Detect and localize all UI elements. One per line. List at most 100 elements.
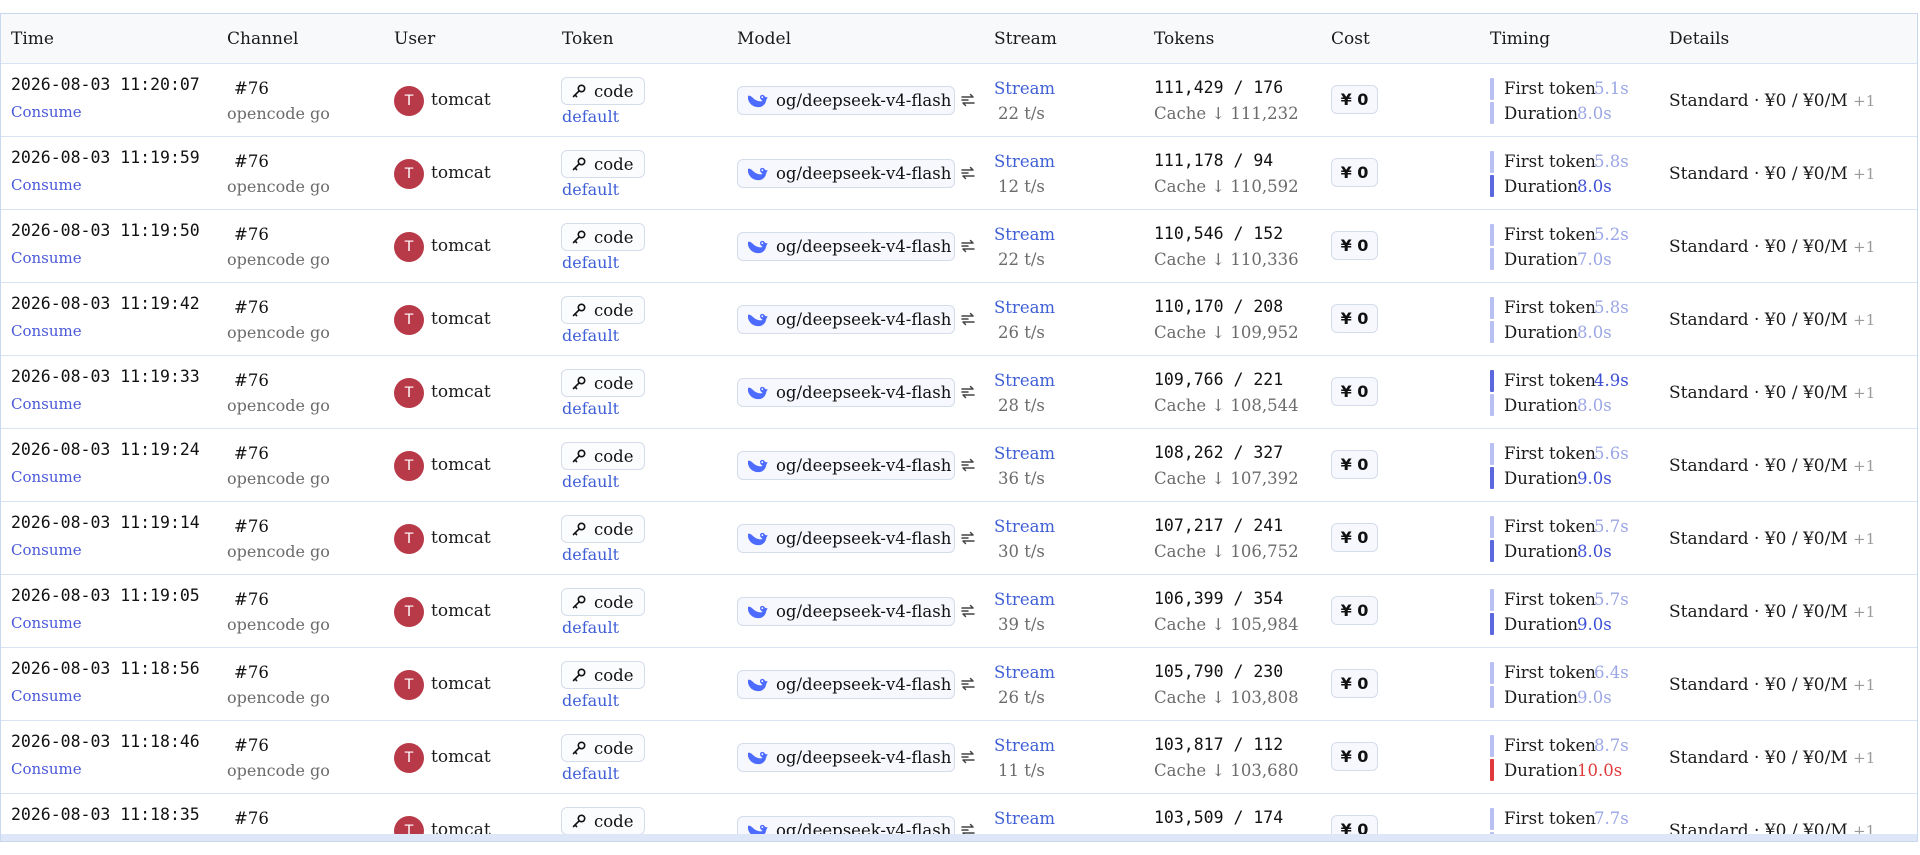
avatar[interactable]: T	[394, 159, 424, 189]
table-row[interactable]: 2026-08-03 11:18:56 Consume #76 opencode…	[1, 648, 1917, 721]
log-type-link[interactable]: Consume	[11, 760, 82, 778]
model-badge[interactable]: og/deepseek-v4-flash	[737, 597, 955, 626]
table-row[interactable]: 2026-08-03 11:19:05 Consume #76 opencode…	[1, 575, 1917, 648]
token-group[interactable]: default	[562, 399, 619, 418]
token-badge[interactable]: code	[561, 369, 645, 397]
table-row[interactable]: 2026-08-03 11:19:33 Consume #76 opencode…	[1, 356, 1917, 429]
header-model[interactable]: Model	[737, 29, 791, 49]
user-name[interactable]: tomcat	[431, 163, 491, 183]
details-more-count[interactable]: +1	[1853, 603, 1875, 621]
header-token[interactable]: Token	[562, 29, 614, 49]
token-badge[interactable]: code	[561, 150, 645, 178]
log-type-link[interactable]: Consume	[11, 614, 82, 632]
table-row[interactable]: 2026-08-03 11:19:42 Consume #76 opencode…	[1, 283, 1917, 356]
token-badge[interactable]: code	[561, 807, 645, 835]
log-type-link[interactable]: Consume	[11, 541, 82, 559]
details-more-count[interactable]: +1	[1853, 165, 1875, 183]
token-group[interactable]: default	[562, 691, 619, 710]
avatar[interactable]: T	[394, 232, 424, 262]
log-type-link[interactable]: Consume	[11, 468, 82, 486]
table-row[interactable]: 2026-08-03 11:19:59 Consume #76 opencode…	[1, 137, 1917, 210]
horizontal-scrollbar[interactable]	[1, 834, 1917, 841]
token-badge[interactable]: code	[561, 223, 645, 251]
user-name[interactable]: tomcat	[431, 382, 491, 402]
details-cell[interactable]: Standard · ¥0 / ¥0/M +1	[1669, 748, 1875, 768]
details-more-count[interactable]: +1	[1853, 749, 1875, 767]
header-details[interactable]: Details	[1669, 29, 1729, 49]
header-time[interactable]: Time	[11, 29, 54, 49]
header-cost[interactable]: Cost	[1331, 29, 1370, 49]
model-badge[interactable]: og/deepseek-v4-flash	[737, 451, 955, 480]
token-group[interactable]: default	[562, 472, 619, 491]
model-badge[interactable]: og/deepseek-v4-flash	[737, 232, 955, 261]
token-group[interactable]: default	[562, 545, 619, 564]
details-cell[interactable]: Standard · ¥0 / ¥0/M +1	[1669, 383, 1875, 403]
log-type-link[interactable]: Consume	[11, 249, 82, 267]
table-row[interactable]: 2026-08-03 11:19:24 Consume #76 opencode…	[1, 429, 1917, 502]
log-type-link[interactable]: Consume	[11, 322, 82, 340]
details-more-count[interactable]: +1	[1853, 311, 1875, 329]
avatar[interactable]: T	[394, 86, 424, 116]
table-row[interactable]: 2026-08-03 11:20:07 Consume #76 opencode…	[1, 64, 1917, 137]
avatar[interactable]: T	[394, 451, 424, 481]
table-row[interactable]: 2026-08-03 11:19:50 Consume #76 opencode…	[1, 210, 1917, 283]
log-type-link[interactable]: Consume	[11, 687, 82, 705]
details-cell[interactable]: Standard · ¥0 / ¥0/M +1	[1669, 529, 1875, 549]
details-more-count[interactable]: +1	[1853, 530, 1875, 548]
user-name[interactable]: tomcat	[431, 601, 491, 621]
avatar[interactable]: T	[394, 378, 424, 408]
avatar[interactable]: T	[394, 743, 424, 773]
model-redirect-icon[interactable]	[959, 237, 977, 255]
header-tokens[interactable]: Tokens	[1154, 29, 1214, 49]
model-redirect-icon[interactable]	[959, 748, 977, 766]
token-badge[interactable]: code	[561, 442, 645, 470]
details-more-count[interactable]: +1	[1853, 92, 1875, 110]
model-redirect-icon[interactable]	[959, 383, 977, 401]
details-cell[interactable]: Standard · ¥0 / ¥0/M +1	[1669, 456, 1875, 476]
token-badge[interactable]: code	[561, 515, 645, 543]
avatar[interactable]: T	[394, 305, 424, 335]
header-stream[interactable]: Stream	[994, 29, 1057, 49]
token-badge[interactable]: code	[561, 588, 645, 616]
token-group[interactable]: default	[562, 764, 619, 783]
token-badge[interactable]: code	[561, 661, 645, 689]
details-cell[interactable]: Standard · ¥0 / ¥0/M +1	[1669, 675, 1875, 695]
details-cell[interactable]: Standard · ¥0 / ¥0/M +1	[1669, 602, 1875, 622]
avatar[interactable]: T	[394, 597, 424, 627]
header-channel[interactable]: Channel	[227, 29, 299, 49]
details-more-count[interactable]: +1	[1853, 676, 1875, 694]
model-redirect-icon[interactable]	[959, 529, 977, 547]
user-name[interactable]: tomcat	[431, 309, 491, 329]
user-name[interactable]: tomcat	[431, 90, 491, 110]
log-type-link[interactable]: Consume	[11, 395, 82, 413]
token-group[interactable]: default	[562, 326, 619, 345]
token-group[interactable]: default	[562, 180, 619, 199]
model-redirect-icon[interactable]	[959, 675, 977, 693]
user-name[interactable]: tomcat	[431, 747, 491, 767]
model-badge[interactable]: og/deepseek-v4-flash	[737, 743, 955, 772]
user-name[interactable]: tomcat	[431, 528, 491, 548]
model-badge[interactable]: og/deepseek-v4-flash	[737, 378, 955, 407]
details-more-count[interactable]: +1	[1853, 384, 1875, 402]
details-more-count[interactable]: +1	[1853, 457, 1875, 475]
user-name[interactable]: tomcat	[431, 455, 491, 475]
details-cell[interactable]: Standard · ¥0 / ¥0/M +1	[1669, 164, 1875, 184]
log-type-link[interactable]: Consume	[11, 176, 82, 194]
avatar[interactable]: T	[394, 670, 424, 700]
avatar[interactable]: T	[394, 524, 424, 554]
token-group[interactable]: default	[562, 618, 619, 637]
header-user[interactable]: User	[394, 29, 435, 49]
token-badge[interactable]: code	[561, 77, 645, 105]
table-row[interactable]: 2026-08-03 11:18:46 Consume #76 opencode…	[1, 721, 1917, 794]
user-name[interactable]: tomcat	[431, 236, 491, 256]
model-redirect-icon[interactable]	[959, 602, 977, 620]
model-badge[interactable]: og/deepseek-v4-flash	[737, 524, 955, 553]
token-group[interactable]: default	[562, 253, 619, 272]
details-cell[interactable]: Standard · ¥0 / ¥0/M +1	[1669, 237, 1875, 257]
table-row[interactable]: 2026-08-03 11:19:14 Consume #76 opencode…	[1, 502, 1917, 575]
model-badge[interactable]: og/deepseek-v4-flash	[737, 159, 955, 188]
model-redirect-icon[interactable]	[959, 164, 977, 182]
header-timing[interactable]: Timing	[1490, 29, 1550, 49]
details-cell[interactable]: Standard · ¥0 / ¥0/M +1	[1669, 91, 1875, 111]
log-type-link[interactable]: Consume	[11, 103, 82, 121]
